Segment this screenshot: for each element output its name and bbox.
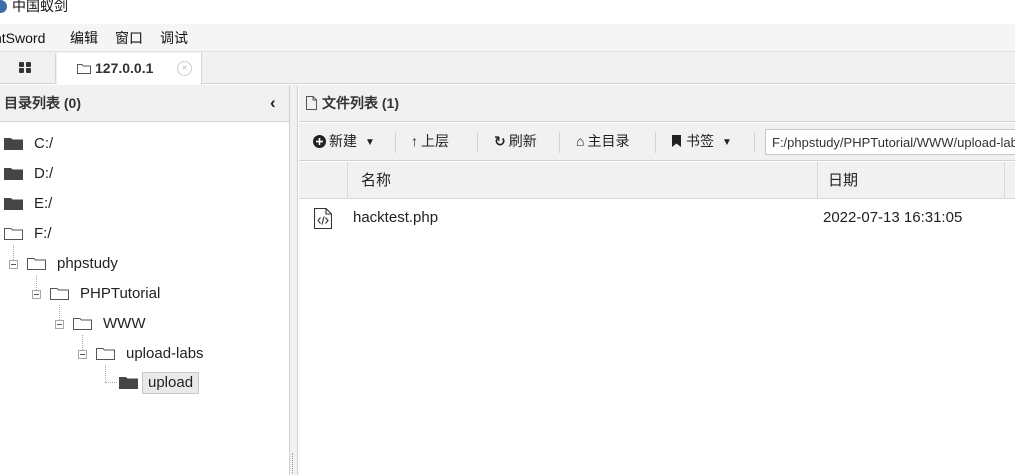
tree-item-upload[interactable]: upload (0, 372, 260, 394)
resize-grip-icon (292, 453, 295, 473)
collapse-tree-icon[interactable] (9, 260, 18, 269)
tree-item-c[interactable]: C:/ (0, 133, 200, 155)
file-panel: 文件列表 (1) 新建 ▼ ↑ 上层 ↻ 刷新 ⌂ 主目录 书签 ▼ F:/ph… (299, 85, 1015, 475)
toolbar-divider (559, 132, 560, 153)
tree-label: phpstudy (57, 255, 118, 272)
new-label: 新建 (329, 133, 357, 149)
menu-bar: ntSword 编辑 窗口 调试 (0, 24, 1015, 52)
folder-outline-icon (27, 258, 46, 270)
tree-label: D:/ (34, 165, 54, 182)
directory-panel-title: 目录列表 (0) (4, 95, 81, 111)
directory-panel: 目录列表 (0) ‹ C:/ D:/ E:/ F:/ phpstudy PHPT… (0, 85, 290, 475)
tree-item-phpstudy[interactable]: phpstudy (0, 253, 220, 275)
tree-item-e[interactable]: E:/ (0, 193, 200, 215)
caret-down-icon: ▼ (365, 137, 375, 148)
menu-debug[interactable]: 调试 (160, 29, 188, 47)
code-file-icon (314, 208, 332, 229)
folder-outline-icon (73, 318, 92, 330)
tree-label: F:/ (34, 225, 52, 242)
tree-label: PHPTutorial (80, 285, 161, 302)
folder-outline-icon (77, 64, 91, 74)
file-grid-header: 名称 日期 (299, 162, 1015, 199)
antsword-window: 中国蚁剑 ntSword 编辑 窗口 调试 127.0.0.1 × 目录列表 (… (0, 0, 1015, 475)
home-icon: ⌂ (576, 133, 585, 149)
collapse-icon[interactable]: ‹ (270, 94, 276, 111)
path-input[interactable] (765, 129, 1015, 155)
app-logo-icon (0, 0, 7, 13)
arrow-up-icon: ↑ (411, 133, 418, 149)
tree-item-phptutorial[interactable]: PHPTutorial (0, 283, 230, 305)
tab-home[interactable] (0, 53, 56, 84)
file-panel-title: 文件列表 (1) (322, 95, 399, 111)
close-icon[interactable]: × (177, 61, 192, 76)
column-divider (347, 162, 348, 199)
column-divider (1004, 162, 1005, 199)
tree-label: C:/ (34, 135, 54, 152)
menu-antsword[interactable]: ntSword (0, 29, 45, 47)
toolbar-divider (754, 132, 755, 153)
menu-window[interactable]: 窗口 (115, 29, 143, 47)
table-row[interactable]: hacktest.php 2022-07-13 16:31:05 (299, 205, 1015, 233)
tree-item-f[interactable]: F:/ (0, 223, 200, 245)
file-toolbar: 新建 ▼ ↑ 上层 ↻ 刷新 ⌂ 主目录 书签 ▼ (299, 123, 1015, 161)
refresh-label: 刷新 (508, 133, 537, 149)
up-button[interactable]: ↑ 上层 (411, 133, 449, 150)
folder-filled-icon (119, 377, 138, 389)
grid-icon (19, 62, 32, 74)
tree-label-selected: upload (142, 372, 200, 394)
new-button[interactable]: 新建 ▼ (313, 133, 375, 151)
panel-splitter[interactable] (290, 85, 298, 475)
toolbar-divider (655, 132, 656, 153)
window-title: 中国蚁剑 (12, 0, 68, 14)
tree-label: WWW (103, 315, 146, 332)
home-label: 主目录 (587, 133, 630, 149)
tree-item-upload-labs[interactable]: upload-labs (0, 343, 260, 365)
toolbar-divider (395, 132, 396, 153)
caret-down-icon: ▼ (722, 137, 732, 148)
collapse-tree-icon[interactable] (32, 290, 41, 299)
tree-label: E:/ (34, 195, 53, 212)
column-header-name[interactable]: 名称 (361, 172, 391, 190)
tree-item-www[interactable]: WWW (0, 313, 230, 335)
bookmark-button[interactable]: 书签 ▼ (672, 133, 732, 151)
tab-bar: 127.0.0.1 × (0, 52, 1015, 85)
tab-label: 127.0.0.1 (95, 60, 154, 76)
column-header-date[interactable]: 日期 (828, 172, 858, 190)
home-button[interactable]: ⌂ 主目录 (576, 133, 629, 150)
refresh-icon: ↻ (494, 133, 506, 149)
folder-outline-icon (96, 348, 115, 360)
folder-filled-icon (4, 198, 23, 210)
folder-filled-icon (4, 138, 23, 150)
plus-circle-icon (313, 135, 326, 148)
file-date-cell: 2022-07-13 16:31:05 (823, 209, 963, 226)
file-panel-header: 文件列表 (1) (299, 85, 1015, 122)
tree-item-d[interactable]: D:/ (0, 163, 200, 185)
directory-panel-header: 目录列表 (0) ‹ (0, 85, 289, 122)
file-name-cell: hacktest.php (353, 209, 439, 226)
folder-filled-icon (4, 168, 23, 180)
bookmark-icon (672, 135, 681, 147)
document-icon (306, 96, 317, 110)
collapse-tree-icon[interactable] (78, 350, 87, 359)
column-divider (817, 162, 818, 199)
refresh-button[interactable]: ↻ 刷新 (494, 133, 537, 150)
bookmark-label: 书签 (686, 133, 714, 149)
title-bar: 中国蚁剑 (0, 0, 1015, 24)
folder-outline-icon (50, 288, 69, 300)
toolbar-divider (477, 132, 478, 153)
menu-edit[interactable]: 编辑 (70, 29, 98, 47)
tree-label: upload-labs (126, 345, 204, 362)
folder-outline-icon (4, 228, 23, 240)
up-label: 上层 (421, 133, 449, 149)
collapse-tree-icon[interactable] (55, 320, 64, 329)
tab-host[interactable]: 127.0.0.1 × (57, 53, 202, 85)
